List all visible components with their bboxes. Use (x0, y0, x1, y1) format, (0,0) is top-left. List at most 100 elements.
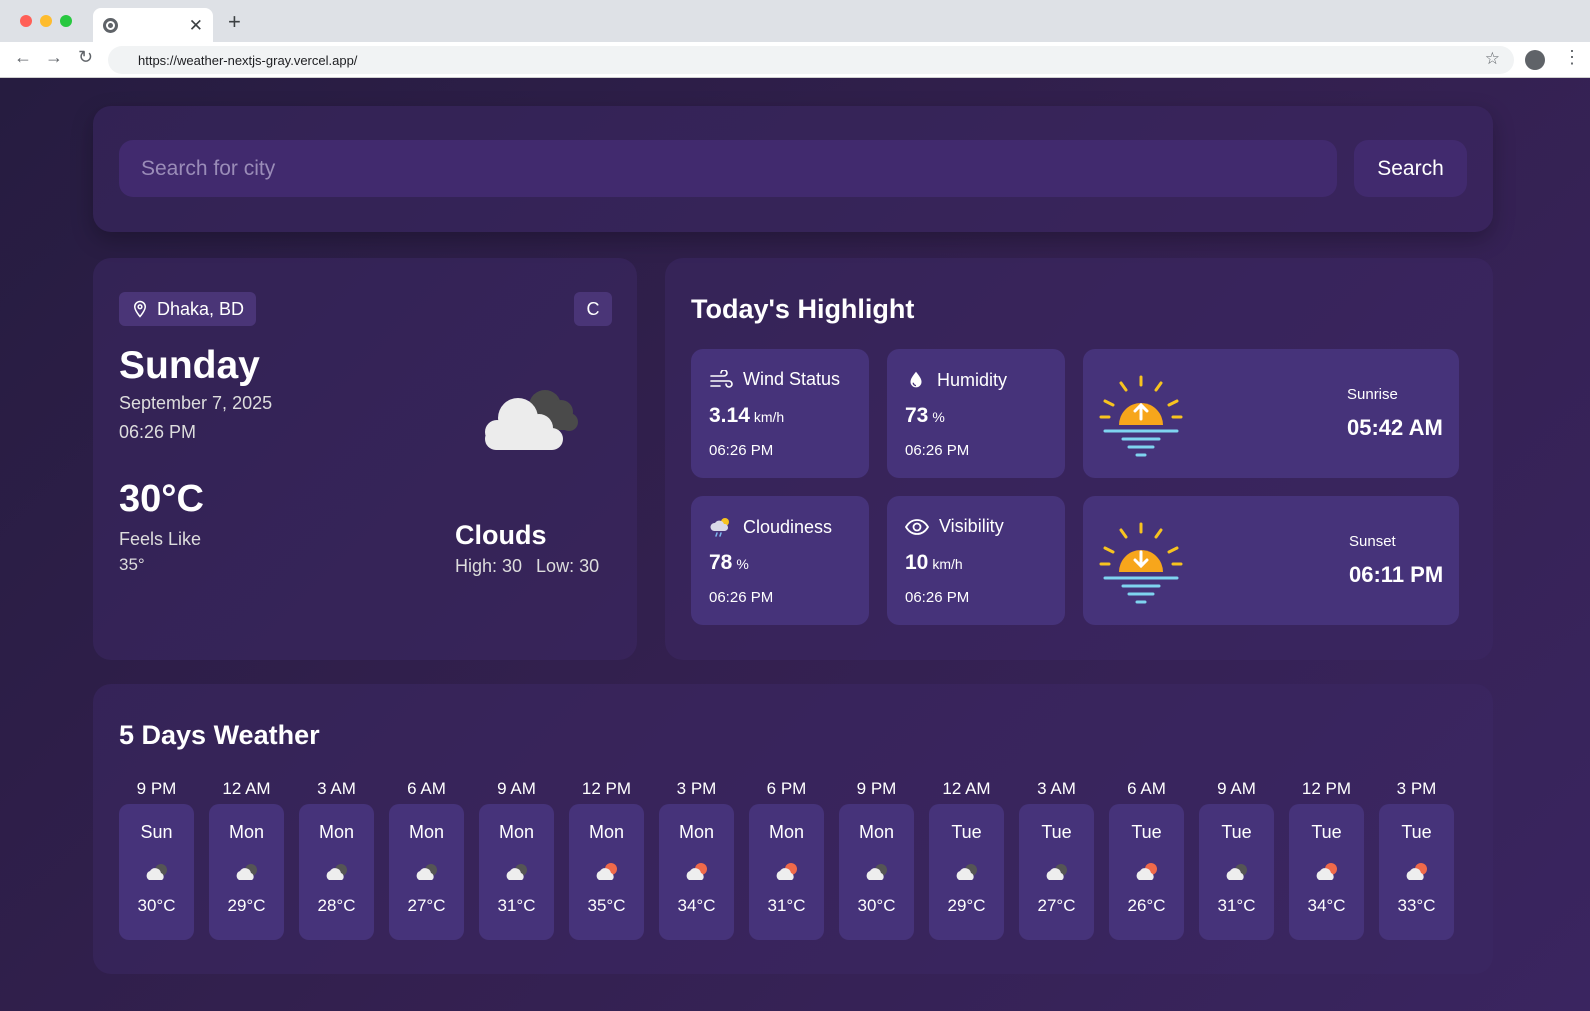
feels-like-label: Feels Like (119, 529, 202, 549)
current-weather-card: Dhaka, BD C Sunday September 7, 2025 06:… (93, 258, 637, 660)
forecast-day: Mon (588, 822, 624, 842)
maximize-window-button[interactable] (60, 15, 72, 27)
forecast-hour: 3 AM (317, 779, 356, 798)
chrome-icon (103, 17, 118, 33)
reload-icon[interactable]: ↻ (78, 48, 93, 66)
wind-label: Wind Status (743, 369, 841, 389)
wind-value: 3.14 (709, 404, 750, 427)
window-controls (20, 15, 72, 27)
forecast-temp: 33°C (1397, 896, 1436, 915)
forecast-day: Mon (768, 822, 804, 842)
profile-avatar-icon[interactable] (1525, 50, 1545, 70)
cloudiness-time: 06:26 PM (709, 589, 774, 606)
cloud-night-icon (1042, 860, 1072, 884)
forecast-day: Mon (408, 822, 444, 842)
forecast-day: Tue (1401, 822, 1432, 842)
forecast-temp: 31°C (767, 896, 806, 915)
forecast-card: 5 Days Weather 9 PM Sun 30°C 12 AM Mon 29°C 3 … (93, 684, 1493, 974)
forecast-box: Mon 31°C (479, 804, 554, 940)
browser-tab[interactable]: ✕ (93, 8, 213, 42)
visibility-time: 06:26 PM (905, 589, 970, 606)
cloud-night-icon (502, 860, 532, 884)
location-text: Dhaka, BD (157, 298, 245, 319)
wind-unit: km/h (753, 409, 785, 425)
forecast-box: Tue 27°C (1019, 804, 1094, 940)
forecast-hour: 3 AM (1037, 779, 1076, 798)
forecast-day: Mon (498, 822, 534, 842)
search-input[interactable] (119, 140, 1337, 197)
forecast-day: Sun (140, 822, 173, 842)
humidity-label: Humidity (937, 369, 1008, 390)
cloudiness-label: Cloudiness (743, 516, 833, 537)
cloud-night-icon (232, 860, 262, 884)
humidity-time: 06:26 PM (905, 442, 970, 459)
map-pin-icon (133, 300, 147, 318)
cloud-sun-icon (772, 860, 802, 884)
unit-toggle-button[interactable]: C (574, 292, 612, 326)
cloud-night-icon (952, 860, 982, 884)
forecast-hour: 6 PM (766, 779, 807, 798)
tab-close-icon[interactable]: ✕ (189, 17, 203, 34)
visibility-card: Visibility 10 km/h 06:26 PM (887, 496, 1065, 625)
forecast-temp: 26°C (1127, 896, 1166, 915)
forecast-item: 12 PM Mon 35°C (569, 774, 644, 940)
forecast-day: Tue (951, 822, 982, 842)
forecast-box: Tue 34°C (1289, 804, 1364, 940)
forward-arrow-icon[interactable]: → (45, 48, 63, 66)
forecast-box: Tue 26°C (1109, 804, 1184, 940)
forecast-item: 9 PM Mon 30°C (839, 774, 914, 940)
high-low: High: 30 Low: 30 (455, 556, 599, 577)
forecast-hour: 12 AM (942, 779, 991, 798)
current-time: 06:26 PM (119, 422, 197, 442)
forecast-item: 12 AM Mon 29°C (209, 774, 284, 940)
cloudiness-card: Cloudiness 78% 06:26 PM (691, 496, 869, 625)
minimize-window-button[interactable] (40, 15, 52, 27)
forecast-hour: 12 PM (581, 779, 632, 798)
address-bar[interactable]: https://weather-nextjs-gray.vercel.app/ … (108, 46, 1514, 74)
tab-bar: ✕ + (0, 0, 1590, 42)
forecast-box: Tue 33°C (1379, 804, 1454, 940)
forecast-title: 5 Days Weather (119, 720, 320, 750)
forecast-day: Tue (1221, 822, 1252, 842)
search-card: Search (93, 106, 1493, 232)
back-arrow-icon[interactable]: ← (14, 48, 32, 66)
forecast-day: Mon (858, 822, 894, 842)
sunset-card: Sunset 06:11 PM (1083, 496, 1459, 625)
sunset-value: 06:11 PM (1349, 562, 1444, 587)
cloud-night-icon (142, 860, 172, 884)
search-button[interactable]: Search (1354, 140, 1467, 197)
highlight-title: Today's Highlight (691, 294, 915, 324)
sunset-label: Sunset (1349, 533, 1396, 550)
forecast-day: Mon (678, 822, 714, 842)
sunrise-card: Sunrise 05:42 AM (1083, 349, 1459, 478)
new-tab-button[interactable]: + (228, 11, 241, 33)
humidity-card: Humidity 73% 06:26 PM (887, 349, 1065, 478)
droplet-icon (910, 371, 922, 388)
forecast-temp: 31°C (1217, 896, 1256, 915)
forecast-box: Tue 31°C (1199, 804, 1274, 940)
forecast-box: Mon 31°C (749, 804, 824, 940)
forecast-item: 9 PM Sun 30°C (119, 774, 194, 940)
cloud-sun-icon (1402, 860, 1432, 884)
high-temp: High: 30 (455, 556, 523, 576)
forecast-day: Tue (1131, 822, 1162, 842)
sunrise-label: Sunrise (1347, 386, 1398, 403)
bookmark-star-icon[interactable]: ☆ (1485, 49, 1500, 69)
forecast-hour: 6 AM (1127, 779, 1166, 798)
cloud-night-icon (1222, 860, 1252, 884)
forecast-temp: 29°C (227, 896, 266, 915)
humidity-unit: % (932, 409, 945, 425)
forecast-hour: 6 AM (407, 779, 446, 798)
forecast-day: Mon (318, 822, 354, 842)
forecast-box: Mon 28°C (299, 804, 374, 940)
forecast-box: Mon 29°C (209, 804, 284, 940)
visibility-value: 10 (905, 551, 929, 574)
forecast-temp: 27°C (407, 896, 446, 915)
forecast-hour: 9 PM (136, 779, 177, 798)
browser-menu-icon[interactable]: ⋮ (1563, 48, 1581, 66)
highlight-card: Today's Highlight Wind Status 3.14 km/h 0… (665, 258, 1493, 660)
forecast-temp: 27°C (1037, 896, 1076, 915)
forecast-box: Tue 29°C (929, 804, 1004, 940)
close-window-button[interactable] (20, 15, 32, 27)
location-badge: Dhaka, BD (119, 292, 257, 326)
